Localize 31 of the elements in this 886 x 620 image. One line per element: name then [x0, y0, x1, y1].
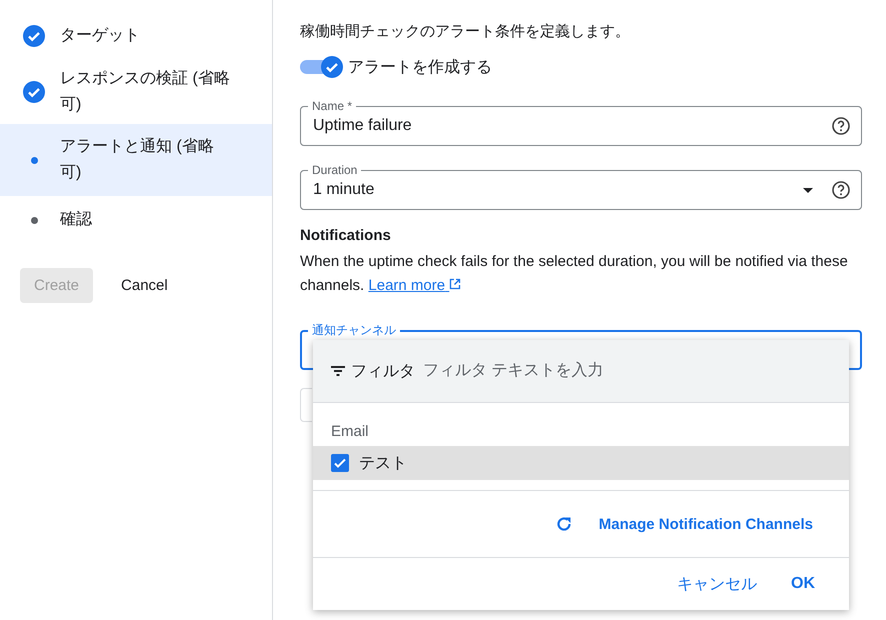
field-label: Duration — [308, 163, 362, 177]
cancel-button[interactable]: キャンセル — [673, 570, 761, 598]
notifications-text: When the uptime check fails for the selected duration, you will be notified via these channels. Learn more — [300, 252, 849, 296]
toggle-label: アラートを作成する — [348, 58, 492, 78]
step-item[interactable]: ターゲット — [0, 12, 272, 60]
filter-icon — [331, 366, 345, 376]
help-icon[interactable] — [831, 180, 851, 200]
cancel-button[interactable]: Cancel — [107, 268, 182, 303]
manage-channels-link[interactable]: Manage Notification Channels — [592, 514, 819, 534]
field-value: Uptime failure — [313, 117, 413, 135]
description-text: 稼働時間チェックのアラート条件を定義します。 — [300, 22, 631, 41]
channel-option[interactable]: テスト — [313, 446, 849, 480]
alert-toggle[interactable] — [300, 55, 344, 79]
checkbox[interactable] — [331, 454, 349, 472]
field-label: 通知チャンネル — [308, 323, 400, 337]
ok-button[interactable]: OK — [787, 571, 819, 597]
option-label: テスト — [359, 454, 407, 474]
external-link-icon — [449, 278, 462, 290]
field-label: Name * — [308, 99, 356, 113]
step-item[interactable]: 確認 — [0, 196, 272, 244]
field-value: 1 minute — [313, 181, 376, 199]
group-label: Email — [330, 422, 370, 442]
step-item[interactable]: アラートと通知 (省略可) — [0, 124, 272, 196]
filter-label: フィルタ — [351, 362, 415, 382]
notifications-heading: Notifications — [300, 227, 392, 244]
filter-input[interactable]: フィルタ テキストを入力 — [421, 361, 831, 381]
refresh-icon[interactable] — [554, 515, 573, 533]
help-icon[interactable] — [831, 116, 851, 136]
caret-icon — [803, 188, 813, 192]
learn-more-link[interactable]: Learn more — [368, 277, 462, 294]
step-item[interactable]: レスポンスの検証 (省略可) — [0, 60, 272, 124]
